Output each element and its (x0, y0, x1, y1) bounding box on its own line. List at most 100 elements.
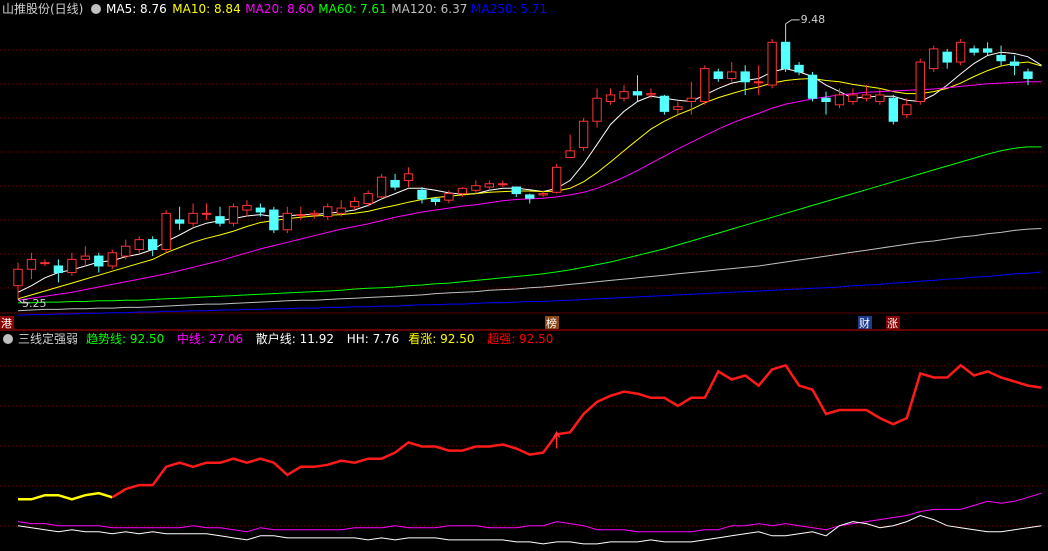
kline-chart-window: 山推股份(日线) MA5: 8.76 MA10: 8.84 MA20: 8.60 MA6… (0, 0, 1048, 551)
candle-body-up (834, 94, 845, 106)
candle-body-up (673, 106, 683, 110)
candle-body-down (255, 207, 266, 213)
candle-body-up (67, 258, 77, 274)
candle-body-down (713, 71, 723, 79)
candle-body-up (13, 268, 23, 287)
event-marker-label: 涨 (887, 317, 898, 330)
ma-line-ma250 (17, 271, 1042, 316)
candle-body-down (430, 198, 441, 202)
candle-body-down (632, 91, 643, 96)
candle-body-down (1009, 61, 1020, 66)
candle-body-up (848, 94, 858, 103)
candle-body-up (646, 93, 656, 96)
sub-legend-3: HH: 7.76 (347, 332, 400, 346)
candle-body-up (955, 41, 966, 63)
candle-body-down (969, 48, 979, 53)
ma-line-ma5 (17, 51, 1042, 293)
candle-body-down (94, 255, 104, 267)
candle-body-up (700, 68, 710, 103)
candle-body-down (269, 209, 279, 231)
candle-body-down (215, 216, 225, 224)
trend-line-strong (111, 363, 1042, 499)
ma-legend-4: MA120: 6.37 (391, 2, 467, 16)
event-marker-label: 财 (859, 316, 870, 330)
candle-body-up (565, 150, 575, 158)
candle-body-up (188, 212, 198, 224)
candle-body-up (40, 262, 50, 265)
candle-body-down (942, 51, 952, 63)
candle-body-up (457, 187, 468, 195)
sub-legend-1: 中线: 27.06 (177, 331, 243, 346)
ma-legend-0: MA5: 8.76 (106, 2, 167, 16)
candle-body-down (780, 41, 791, 70)
candle-body-down (390, 179, 400, 188)
candle-body-down (147, 239, 158, 251)
candle-body-up (121, 245, 131, 257)
candle-body-down (821, 97, 831, 103)
candle-body-down (174, 219, 185, 224)
candle-body-down (53, 265, 64, 274)
candle-body-up (915, 61, 925, 103)
candle-body-down (982, 48, 993, 53)
candle-body-down (740, 71, 750, 83)
candle-body-up (282, 212, 293, 231)
candle-body-up (592, 97, 602, 122)
window-title: 山推股份(日线) (2, 2, 83, 16)
candle-body-down (807, 74, 818, 99)
ma-legend-5: MA250: 5.71 (471, 2, 547, 16)
candle-body-up (309, 212, 319, 216)
candle-body-up (376, 176, 387, 198)
sub-legend-0: 趋势线: 92.50 (86, 332, 164, 346)
candle-body-up (686, 97, 697, 103)
candle-body-up (134, 239, 144, 251)
candle-body-up (551, 166, 562, 193)
candle-body-up (296, 214, 306, 217)
candle-body-up (538, 193, 548, 196)
sub-settings-icon[interactable] (3, 334, 13, 344)
candle-body-down (794, 64, 804, 73)
candle-body-down (659, 95, 670, 112)
candle-body-up (242, 204, 252, 211)
candle-body-up (861, 94, 872, 99)
candle-body-up (875, 94, 885, 103)
candle-body-up (902, 104, 912, 116)
candle-body-up (363, 193, 373, 204)
candle-body-up (578, 120, 589, 149)
candle-body-down (417, 189, 427, 200)
candle-body-up (107, 252, 117, 267)
candle-body-up (80, 255, 91, 260)
sub-indicator-title: 三线定强弱 (18, 331, 78, 346)
candle-body-down (888, 97, 899, 122)
chart-canvas[interactable]: 山推股份(日线) MA5: 8.76 MA10: 8.84 MA20: 8.60 MA6… (0, 0, 1048, 551)
trend-line-watch (18, 491, 113, 501)
candle-body-up (753, 81, 764, 84)
candle-body-down (1023, 71, 1033, 79)
event-marker-label: 港 (1, 317, 12, 330)
sub-legend-5: 超强: 92.50 (487, 331, 553, 346)
ma-line-ma10 (17, 61, 1042, 300)
candle-body-down (996, 54, 1006, 62)
ma-legend-3: MA60: 7.61 (318, 2, 386, 16)
candle-body-up (336, 207, 346, 214)
candle-body-up (403, 173, 414, 181)
sub-legend-2: 散户线: 11.92 (256, 331, 334, 346)
candle-body-up (26, 258, 37, 270)
candle-body-up (767, 41, 777, 86)
candle-body-up (471, 185, 481, 191)
high-price-label: 9.48 (801, 13, 826, 26)
candle-body-up (349, 200, 360, 208)
buy-arrow-icon (553, 430, 561, 449)
event-marker-label: 榜 (546, 316, 557, 330)
candle-body-down (511, 186, 521, 195)
candle-body-down (525, 194, 535, 199)
candle-body-up (161, 212, 171, 251)
candle-body-up (619, 91, 629, 99)
retail-line (17, 514, 1042, 545)
candle-body-up (201, 212, 212, 215)
ma-legend-1: MA10: 8.84 (172, 2, 240, 16)
settings-toggle-icon[interactable] (91, 4, 101, 14)
candle-body-up (228, 206, 239, 224)
candle-body-up (444, 193, 454, 201)
candle-body-up (323, 206, 333, 218)
candle-body-up (498, 183, 508, 186)
